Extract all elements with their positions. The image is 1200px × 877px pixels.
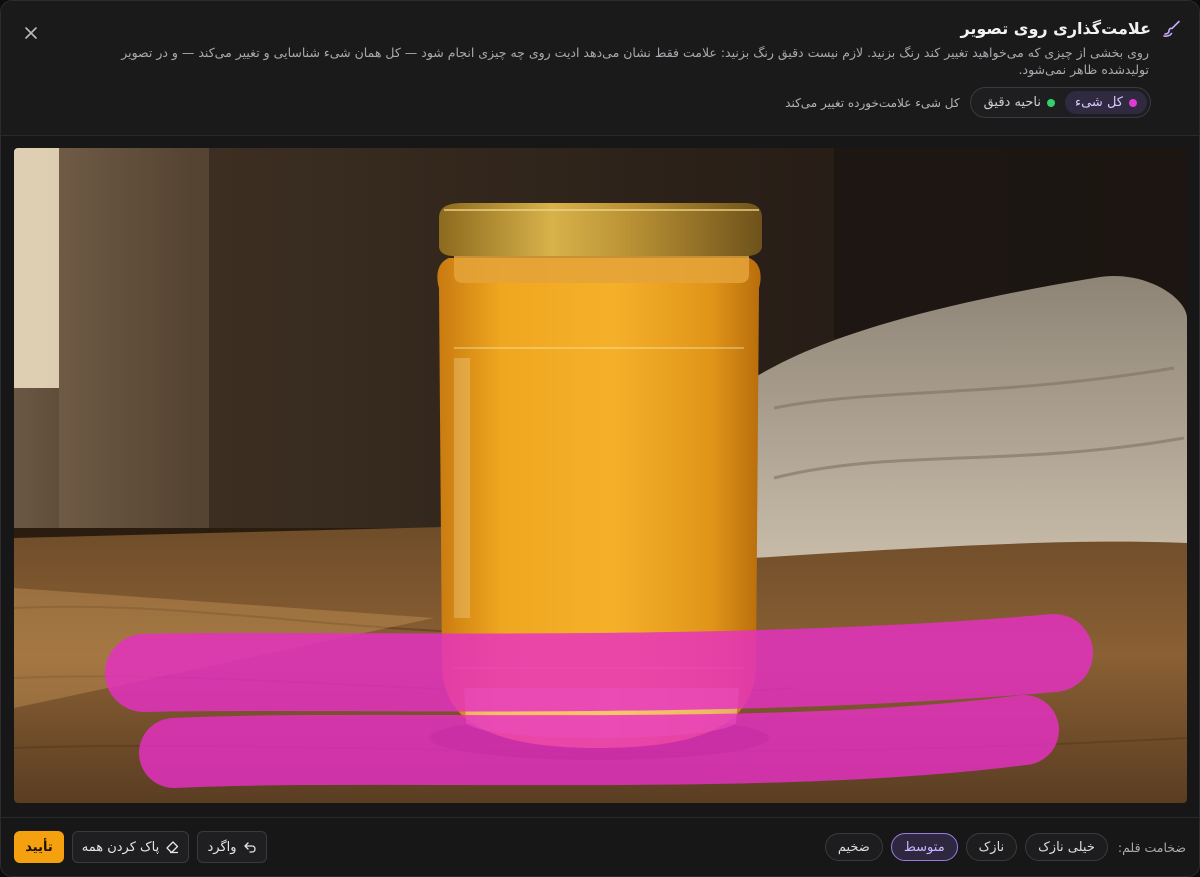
mode-row: کل شیء علامت‌خورده تغییر می‌کند کل شیء ن… (785, 87, 1151, 118)
mode-option-label: کل شیء (1074, 95, 1123, 110)
magenta-dot-icon (1129, 98, 1137, 107)
dialog-title: علامت‌گذاری روی تصویر (960, 18, 1151, 38)
pen-size-label: ضخامت قلم: (1117, 839, 1186, 855)
green-dot-icon (1046, 98, 1055, 107)
eraser-icon (166, 841, 179, 854)
mode-switch: کل شیء ناحیه دقیق (969, 87, 1151, 118)
dialog-description: روی بخشی از چیزی که می‌خواهید تغییر کند … (121, 45, 1149, 77)
pen-size-selector: ضخامت قلم: خیلی نازک نازک متوسط ضخیم (824, 833, 1186, 861)
pen-size-thin[interactable]: نازک (965, 833, 1018, 861)
brush-icon (1163, 20, 1180, 37)
mode-option-label: ناحیه دقیق (983, 95, 1041, 110)
undo-icon (243, 842, 256, 853)
annotate-dialog: علامت‌گذاری روی تصویر روی بخشی از چیزی ک… (0, 0, 1200, 877)
confirm-button[interactable]: تأیید (14, 831, 64, 863)
dialog-header: علامت‌گذاری روی تصویر روی بخشی از چیزی ک… (1, 1, 1199, 136)
mode-hint: کل شیء علامت‌خورده تغییر می‌کند (785, 95, 960, 110)
pen-size-medium[interactable]: متوسط (890, 833, 958, 861)
dialog-footer: تأیید پاک کردن همه واگرد ضخامت قلم: خیلی… (1, 817, 1199, 876)
mode-option-exact-region[interactable]: ناحیه دقیق (974, 91, 1065, 114)
confirm-label: تأیید (25, 839, 53, 855)
undo-button[interactable]: واگرد (197, 831, 267, 863)
undo-label: واگرد (207, 839, 237, 855)
clear-all-button[interactable]: پاک کردن همه (72, 831, 189, 863)
close-button[interactable] (17, 19, 45, 47)
image-canvas[interactable] (14, 148, 1187, 803)
clear-all-label: پاک کردن همه (81, 839, 160, 855)
title-row: علامت‌گذاری روی تصویر (960, 17, 1183, 39)
close-icon (25, 27, 37, 39)
mode-option-whole-object[interactable]: کل شیء (1064, 91, 1147, 114)
pen-size-extra-thin[interactable]: خیلی نازک (1025, 833, 1108, 861)
honey-jar-photo[interactable] (14, 148, 1187, 803)
pen-size-thick[interactable]: ضخیم (824, 833, 883, 861)
